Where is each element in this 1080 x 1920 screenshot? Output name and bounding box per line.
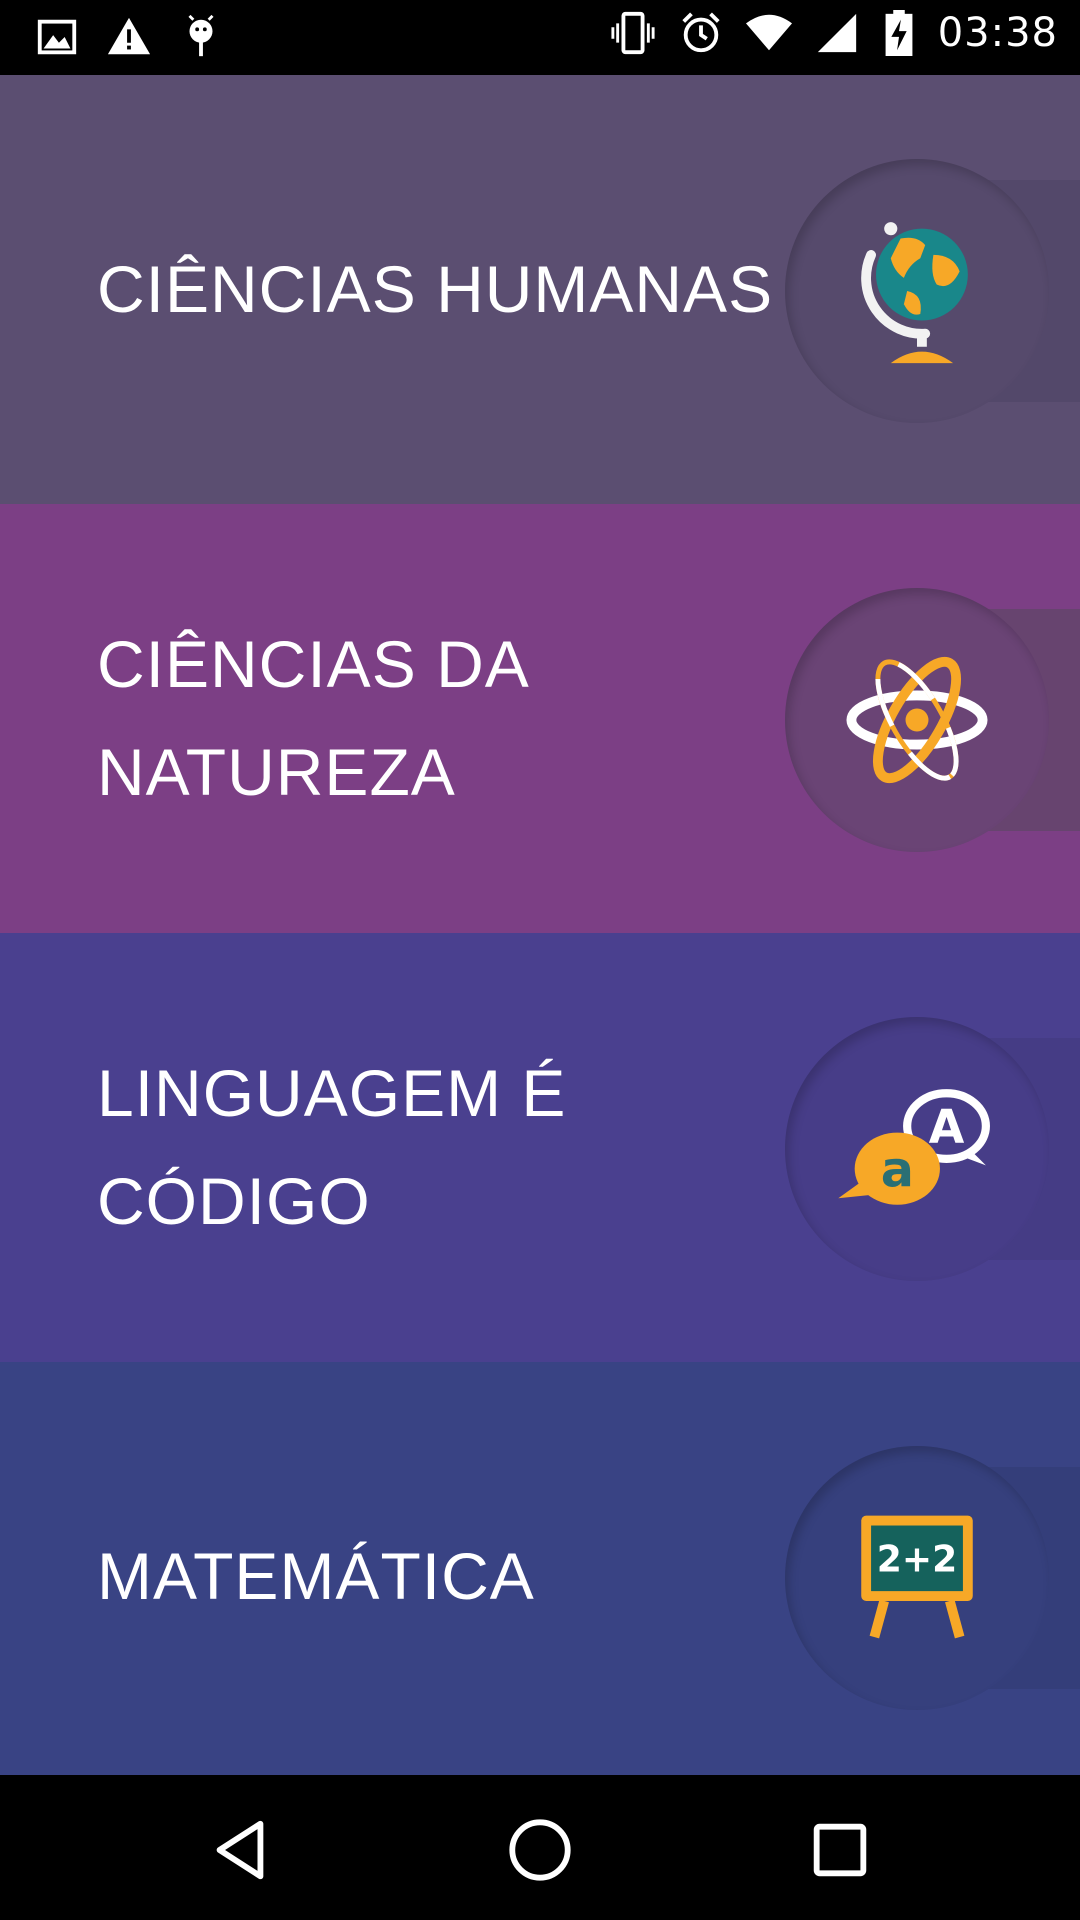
back-icon[interactable] — [205, 1815, 275, 1885]
category-label: CIÊNCIAS HUMANAS — [97, 252, 774, 326]
svg-text:A: A — [929, 1099, 965, 1153]
home-icon[interactable] — [505, 1815, 575, 1885]
alarm-icon — [678, 10, 724, 56]
android-icon — [178, 14, 224, 60]
navigation-bar — [0, 1775, 1080, 1920]
atom-icon — [835, 638, 999, 802]
speech-bubbles-icon: A a — [835, 1067, 999, 1231]
category-label: CIÊNCIAS DA NATUREZA — [97, 627, 530, 809]
category-label: LINGUAGEM É CÓDIGO — [97, 1056, 567, 1238]
recents-icon[interactable] — [805, 1815, 875, 1885]
vibrate-icon — [610, 10, 656, 56]
category-ciencias-humanas[interactable]: CIÊNCIAS HUMANAS — [0, 75, 1080, 504]
category-menu: CIÊNCIAS HUMANAS CIÊNCIAS DA NATUREZA LI… — [0, 75, 1080, 1775]
chalkboard-icon: 2+2 — [835, 1496, 999, 1660]
category-label: MATEMÁTICA — [97, 1539, 535, 1613]
svg-text:a: a — [881, 1141, 914, 1199]
battery-charging-icon — [882, 10, 916, 57]
status-bar: 03:38 — [0, 0, 1080, 75]
wifi-icon — [745, 10, 792, 56]
warning-icon — [106, 14, 152, 60]
clock-time: 03:38 — [937, 10, 1058, 56]
signal-icon — [814, 10, 860, 56]
image-icon — [34, 14, 80, 60]
svg-text:2+2: 2+2 — [877, 1538, 957, 1580]
category-ciencias-da-natureza[interactable]: CIÊNCIAS DA NATUREZA — [0, 504, 1080, 933]
globe-icon — [835, 209, 999, 373]
category-linguagem-e-codigo[interactable]: LINGUAGEM É CÓDIGO A a — [0, 933, 1080, 1362]
category-matematica[interactable]: MATEMÁTICA 2+2 — [0, 1362, 1080, 1775]
